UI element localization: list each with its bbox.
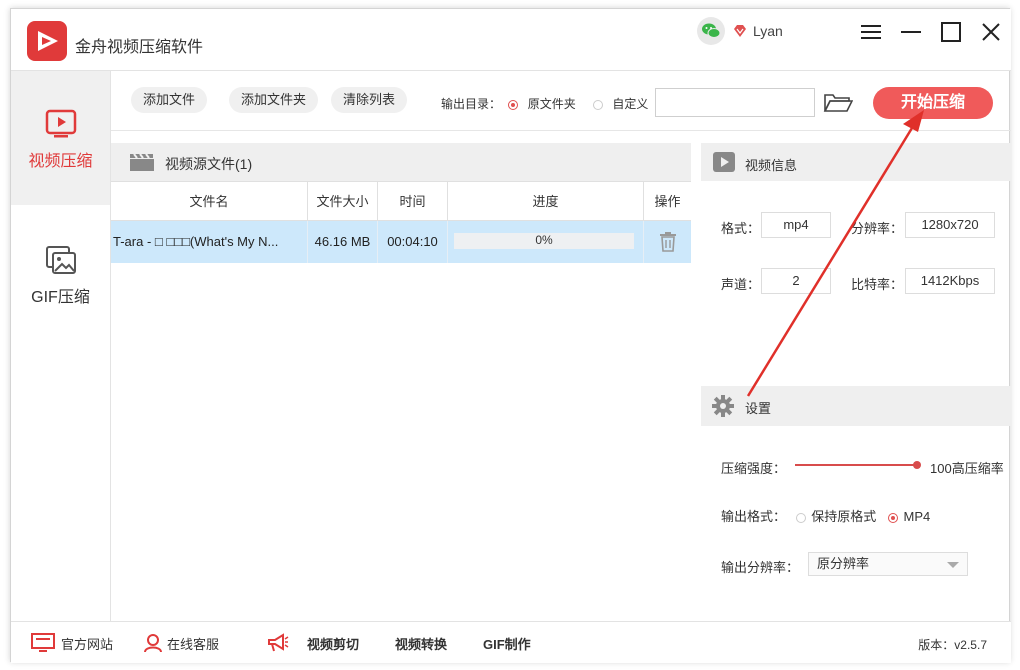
source-files-title: 视频源文件(1) [165, 156, 253, 172]
compress-strength-knob[interactable] [913, 461, 921, 469]
online-service-link[interactable]: 在线客服 [143, 622, 219, 664]
compress-strength-value: 100高压缩率 [930, 461, 1004, 476]
video-cut-link[interactable]: 视频剪切 [267, 622, 359, 664]
compress-strength-slider[interactable] [795, 464, 917, 466]
clapper-icon [130, 153, 154, 171]
open-folder-icon[interactable] [823, 91, 853, 113]
online-service-label: 在线客服 [167, 636, 220, 652]
maximize-icon[interactable] [940, 21, 962, 43]
progress-text: 0% [535, 233, 553, 247]
channel-label: 声道： [721, 277, 761, 292]
radio-original-folder-label[interactable]: 原文件夹 [528, 97, 576, 111]
menu-icon[interactable] [860, 21, 882, 43]
bitrate-label: 比特率： [851, 277, 904, 292]
table-row[interactable]: T-ara - □ □□□(What's My N... 46.16 MB 00… [111, 221, 691, 263]
file-table-header: 文件名 文件大小 时间 进度 操作 [111, 181, 691, 222]
video-info-icon [713, 152, 735, 172]
sidebar: 视频压缩 GIF压缩 [11, 71, 111, 621]
app-title: 金舟视频压缩软件 [75, 39, 204, 56]
radio-mp4[interactable] [887, 512, 898, 523]
settings-title: 设置 [745, 401, 772, 416]
resolution-label: 分辨率： [851, 221, 904, 236]
clear-list-button[interactable]: 清除列表 [331, 87, 408, 113]
radio-custom-folder-label[interactable]: 自定义 [612, 97, 648, 111]
wechat-icon [697, 17, 725, 45]
user-area[interactable]: Lyan [697, 17, 783, 45]
radio-original-folder[interactable] [508, 99, 519, 110]
video-convert-link[interactable]: 视频转换 [395, 622, 447, 664]
source-files-header: 视频源文件(1) [111, 143, 691, 181]
official-site-label: 官方网站 [61, 636, 114, 652]
output-dir-label: 输出目录： [441, 97, 502, 111]
resolution-value: 1280x720 [905, 212, 995, 238]
settings-header: 设置 [701, 386, 1011, 426]
output-resolution-selected: 原分辨率 [817, 556, 870, 571]
gear-icon [712, 395, 734, 417]
output-resolution-select[interactable]: 原分辨率 [808, 552, 968, 576]
column-header-progress: 进度 [447, 182, 643, 222]
user-service-icon [144, 634, 162, 653]
column-header-time: 时间 [377, 182, 447, 222]
official-site-link[interactable]: 官方网站 [31, 622, 113, 664]
image-stack-icon [45, 246, 76, 274]
chevron-down-icon [947, 562, 959, 568]
channel-value: 2 [761, 268, 831, 294]
file-duration-cell: 00:04:10 [377, 221, 447, 263]
format-label: 格式： [721, 221, 761, 236]
minimize-icon[interactable] [900, 21, 922, 43]
progress-bar: 0% [454, 233, 634, 249]
output-format-label: 输出格式： [721, 509, 787, 524]
file-size-cell: 46.16 MB [307, 221, 377, 263]
progress-cell: 0% [447, 221, 643, 263]
gif-make-link[interactable]: GIF制作 [483, 622, 531, 664]
app-logo-icon [27, 21, 67, 61]
megaphone-icon [268, 633, 289, 652]
video-info-header: 视频信息 [701, 143, 1011, 181]
start-compress-button[interactable]: 开始压缩 [873, 87, 993, 119]
column-header-action: 操作 [643, 182, 691, 222]
file-name-cell: T-ara - □ □□□(What's My N... [113, 234, 279, 249]
sidebar-item-label: 视频压缩 [28, 153, 93, 170]
format-value: mp4 [761, 212, 831, 238]
action-cell [643, 221, 691, 263]
title-bar: 金舟视频压缩软件 Lyan [11, 9, 1011, 71]
output-format-group: 输出格式： 保持原格式 MP4 [721, 506, 930, 525]
add-file-button[interactable]: 添加文件 [131, 87, 208, 113]
sidebar-item-label: GIF压缩 [31, 289, 90, 306]
column-header-name: 文件名 [189, 194, 229, 209]
video-cut-label: 视频剪切 [307, 636, 360, 652]
vip-icon [734, 25, 746, 37]
output-path-input[interactable] [655, 88, 815, 117]
toolbar: 添加文件 添加文件夹 清除列表 输出目录： 原文件夹 自定义 开始压缩 [111, 71, 1011, 131]
video-play-icon [45, 109, 76, 138]
radio-mp4-label[interactable]: MP4 [904, 509, 931, 524]
sidebar-item-gif-compress[interactable]: GIF压缩 [11, 207, 110, 341]
version-label: 版本：v2.5.7 [918, 638, 987, 652]
monitor-icon [31, 633, 55, 652]
sidebar-item-video-compress[interactable]: 视频压缩 [11, 71, 110, 205]
close-icon[interactable] [980, 21, 1002, 43]
username: Lyan [753, 23, 783, 39]
bitrate-value: 1412Kbps [905, 268, 995, 294]
trash-icon[interactable] [659, 232, 677, 252]
compress-strength-label: 压缩强度： [721, 461, 787, 476]
output-resolution-label: 输出分辨率： [721, 560, 800, 575]
bottom-bar: 官方网站 在线客服 视频剪切 视频转换 GIF制作 版本：v2.5.7 [11, 621, 1011, 663]
radio-keep-format[interactable] [795, 512, 806, 523]
column-header-size: 文件大小 [307, 182, 377, 222]
radio-keep-format-label[interactable]: 保持原格式 [811, 509, 876, 524]
add-folder-button[interactable]: 添加文件夹 [229, 87, 319, 113]
video-info-title: 视频信息 [745, 158, 798, 173]
radio-custom-folder[interactable] [593, 99, 604, 110]
output-dir-group: 输出目录： 原文件夹 自定义 [441, 95, 648, 112]
app-window: 金舟视频压缩软件 Lyan 视频压缩 GIF压缩 添加文件 添加文件夹 清除列表… [10, 8, 1011, 663]
